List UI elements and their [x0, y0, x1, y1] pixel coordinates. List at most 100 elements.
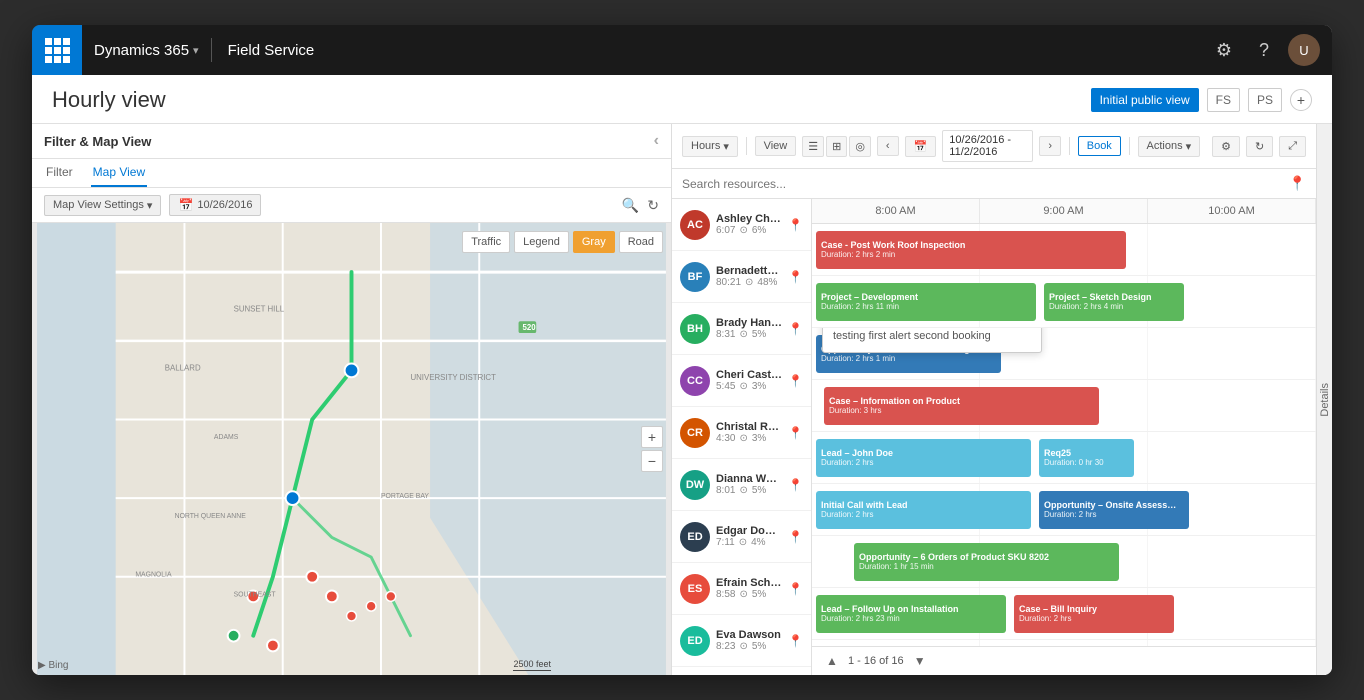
avatar: ES [680, 574, 710, 604]
resource-pin: 📍 [788, 218, 803, 232]
next-page-button[interactable]: ▼ [910, 651, 930, 671]
page-header: Hourly view Initial public view FS PS + [32, 75, 1332, 124]
view-tab-fs[interactable]: FS [1207, 88, 1240, 112]
task-block[interactable]: Lead – Follow Up on Installation Duratio… [816, 595, 1006, 633]
map-view-button[interactable]: ◎ [849, 136, 871, 157]
timeline-row: Project – Development Duration: 2 hrs 11… [812, 276, 1316, 328]
svg-text:MAGNOLIA: MAGNOLIA [135, 572, 172, 579]
road-button[interactable]: Road [619, 231, 663, 253]
grid-view-button[interactable]: ⊞ [826, 136, 847, 157]
map-refresh-button[interactable]: ↻ [647, 197, 659, 214]
view-button[interactable]: View [755, 136, 797, 156]
row-content: Lead – Follow Up on Installation Duratio… [812, 588, 1316, 639]
nav-icons: ⚙ ? U [1208, 34, 1332, 66]
task-block[interactable]: Case - Post Work Roof Inspection Duratio… [816, 231, 1126, 269]
map-view-tab[interactable]: Map View [91, 159, 147, 187]
view-tab-ps[interactable]: PS [1248, 88, 1282, 112]
nav-bar: Dynamics 365 ▾ Field Service ⚙ ? U [32, 25, 1332, 75]
left-panel: Filter & Map View ‹ Filter Map View Map … [32, 124, 672, 675]
page-title: Hourly view [52, 87, 166, 123]
map-view-settings-button[interactable]: Map View Settings ▾ [44, 195, 161, 216]
settings-icon-button[interactable]: ⚙ [1208, 34, 1240, 66]
app-title[interactable]: Dynamics 365 ▾ [82, 42, 211, 59]
task-tooltip: Subject: test 1 second booking × Due: 10… [822, 328, 1042, 353]
task-block[interactable]: Project – Sketch Design Duration: 2 hrs … [1044, 283, 1184, 321]
map-area: SUNSET HILL BALLARD ADAMS NORTH QUEEN AN… [32, 223, 671, 675]
waffle-button[interactable] [32, 25, 82, 75]
row-content: Project – Status Meeting Duration: 2 hrs… [812, 640, 1316, 646]
timeline-row: Lead – Follow Up on Installation Duratio… [812, 588, 1316, 640]
actions-button[interactable]: Actions ▾ [1138, 136, 1201, 157]
panels: Filter & Map View ‹ Filter Map View Map … [32, 124, 1332, 675]
map-scale: 2500 feet [513, 659, 551, 671]
task-block[interactable]: Lead – John Doe Duration: 2 hrs [816, 439, 1031, 477]
row-content: Initial Call with Lead Duration: 2 hrs O… [812, 484, 1316, 535]
toolbar-divider-2 [1069, 137, 1070, 155]
right-panel: Hours ▾ View ☰ ⊞ ◎ ‹ 📅 10/26/2016 - 11/2… [672, 124, 1316, 675]
filter-tab[interactable]: Filter [44, 159, 75, 187]
filter-tabs: Filter Map View [32, 159, 671, 188]
zoom-out-button[interactable]: − [641, 450, 663, 472]
resource-pin: 📍 [788, 478, 803, 492]
legend-button[interactable]: Legend [514, 231, 569, 253]
avatar: BF [680, 262, 710, 292]
book-button[interactable]: Book [1078, 136, 1121, 156]
search-bar: 📍 [672, 169, 1316, 199]
toolbar-divider-1 [746, 137, 747, 155]
prev-button[interactable]: ‹ [877, 136, 899, 156]
zoom-in-button[interactable]: + [641, 426, 663, 448]
search-pin-icon: 📍 [1289, 175, 1306, 192]
list-view-button[interactable]: ☰ [802, 136, 824, 157]
details-sidebar[interactable]: Details [1316, 124, 1332, 675]
gray-button[interactable]: Gray [573, 231, 615, 253]
resource-row: AC Ashley Chinn 6:07⊙6% 📍 [672, 199, 811, 251]
resource-row: ES Efrain Schreiner 8:58⊙5% 📍 [672, 563, 811, 615]
schedule-footer: ▲ 1 - 16 of 16 ▼ [812, 646, 1316, 675]
resource-pin: 📍 [788, 530, 803, 544]
task-block[interactable]: Initial Call with Lead Duration: 2 hrs [816, 491, 1031, 529]
svg-text:NORTH QUEEN ANNE: NORTH QUEEN ANNE [175, 513, 247, 520]
user-avatar[interactable]: U [1288, 34, 1320, 66]
resource-row: CC Cheri Castaneda 5:45⊙3% 📍 [672, 355, 811, 407]
next-button[interactable]: › [1039, 136, 1061, 156]
map-search-button[interactable]: 🔍 [622, 197, 639, 214]
timeline-row: Opportunity – 6 Orders of Product SKU 82… [812, 536, 1316, 588]
timeline-header: 8:00 AM 9:00 AM 10:00 AM [812, 199, 1316, 224]
row-content: Case – Information on Product Duration: … [812, 380, 1316, 431]
task-block[interactable]: Case – Bill Inquiry Duration: 2 hrs [1014, 595, 1174, 633]
task-block[interactable]: Case – Information on Product Duration: … [824, 387, 1099, 425]
timeline-hour: 8:00 AM [812, 199, 980, 223]
toolbar-refresh-button[interactable]: ↻ [1246, 136, 1273, 157]
task-block[interactable]: Project – Development Duration: 2 hrs 11… [816, 283, 1036, 321]
resource-row: BH Brady Hannon 8:31⊙5% 📍 [672, 303, 811, 355]
prev-page-button[interactable]: ▲ [822, 651, 842, 671]
calendar-button[interactable]: 📅 [905, 136, 937, 157]
toolbar-settings-button[interactable]: ⚙ [1212, 136, 1240, 157]
collapse-filter-button[interactable]: ‹ [654, 132, 659, 150]
help-icon-button[interactable]: ? [1248, 34, 1280, 66]
add-view-button[interactable]: + [1290, 89, 1312, 111]
search-input[interactable] [682, 177, 1281, 191]
svg-text:520: 520 [522, 323, 536, 332]
avatar: ED [680, 626, 710, 656]
resource-row: BF Bernadette Foley 80:21⊙48% 📍 [672, 251, 811, 303]
traffic-button[interactable]: Traffic [462, 231, 510, 253]
toolbar-expand-button[interactable]: ⤢ [1279, 136, 1306, 157]
bing-logo: ▶ Bing [38, 660, 68, 671]
timeline-row: Project – Status Meeting Duration: 2 hrs… [812, 640, 1316, 646]
timeline-row: Lead – John Doe Duration: 2 hrs Req25 Du… [812, 432, 1316, 484]
resources-list: AC Ashley Chinn 6:07⊙6% 📍 BF Bernadette … [672, 199, 812, 675]
svg-text:ADAMS: ADAMS [214, 434, 239, 441]
resource-row: ED Edgar Dominquez 7:11⊙4% 📍 [672, 511, 811, 563]
date-range[interactable]: 10/26/2016 - 11/2/2016 [942, 130, 1033, 162]
waffle-icon [45, 38, 70, 63]
timeline-row: Case – Information on Product Duration: … [812, 380, 1316, 432]
task-block[interactable]: Opportunity – Onsite Assessment Duration… [1039, 491, 1189, 529]
page-header-right: Initial public view FS PS + [1091, 88, 1312, 122]
row-content: Opportunity – 6 Orders of Product SKU 82… [812, 536, 1316, 587]
task-block[interactable]: Req25 Duration: 0 hr 30 [1039, 439, 1134, 477]
view-tab-initial[interactable]: Initial public view [1091, 88, 1199, 112]
hours-button[interactable]: Hours ▾ [682, 136, 738, 157]
task-block[interactable]: Opportunity – 6 Orders of Product SKU 82… [854, 543, 1119, 581]
row-content: Case - Post Work Roof Inspection Duratio… [812, 224, 1316, 275]
